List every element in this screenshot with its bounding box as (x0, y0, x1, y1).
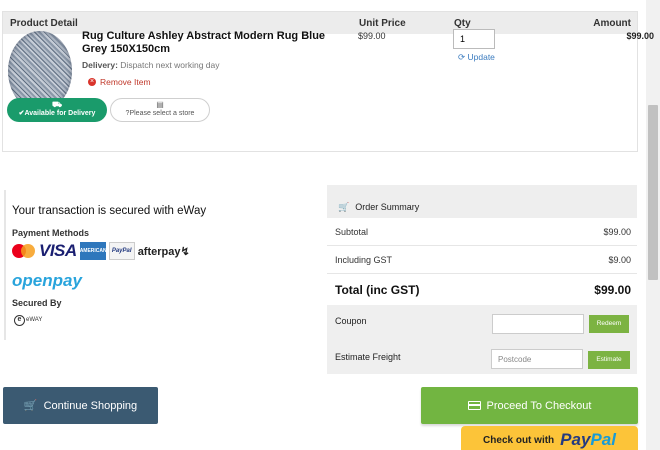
update-label: Update (467, 52, 495, 62)
order-summary-title: Order Summary (355, 202, 420, 212)
update-link[interactable]: ⟳ Update (458, 52, 495, 63)
store-icon: ▤ (156, 100, 164, 109)
total-row: Total (inc GST) $99.00 (327, 274, 637, 305)
remove-item-link[interactable]: × Remove Item (88, 77, 151, 87)
delivery-text: Dispatch next working day (120, 60, 220, 70)
header-product-detail: Product Detail (10, 18, 78, 29)
eway-icon: e (14, 314, 25, 326)
coupon-freight-panel: Coupon Redeem Estimate Freight Postcode … (327, 305, 637, 374)
proceed-to-checkout-label: Proceed To Checkout (486, 399, 592, 412)
paypal-checkout-button[interactable]: Check out with PayPal (461, 426, 638, 450)
afterpay-label: afterpay (137, 245, 181, 258)
redeem-button[interactable]: Redeem (589, 315, 629, 333)
delivery-label: Delivery: (82, 60, 118, 70)
eway-text: eWAY (26, 317, 43, 323)
select-store-label: Please select a store (129, 110, 195, 117)
paypal-pal: Pal (590, 430, 616, 449)
order-summary-header: 🛒 Order Summary (327, 185, 637, 218)
cart-icon: 🛒 (23, 400, 38, 412)
refresh-icon: ⟳ (458, 52, 466, 62)
unit-price-value: $99.00 (358, 31, 386, 41)
security-title: Your transaction is secured with eWay (12, 205, 207, 217)
scrollbar-thumb[interactable] (648, 105, 658, 280)
continue-shopping-button[interactable]: 🛒 Continue Shopping (3, 387, 158, 424)
continue-shopping-label: Continue Shopping (43, 399, 138, 412)
credit-card-icon (467, 401, 481, 410)
subtotal-row: Subtotal $99.00 (327, 218, 637, 246)
delivery-info: Delivery: Dispatch next working day (82, 60, 220, 70)
paypal-prefix: Check out with (483, 434, 555, 446)
header-amount: Amount (593, 18, 631, 29)
remove-icon: × (88, 78, 96, 86)
paypal-pay: Pay (560, 430, 591, 449)
openpay-logo: openpay (12, 271, 82, 290)
estimate-freight-label: Estimate Freight (335, 352, 401, 362)
visa-logo: VISA (39, 241, 77, 260)
select-store-option[interactable]: ▤ ?Please select a store (110, 98, 210, 122)
quantity-input[interactable] (453, 29, 495, 49)
total-value: $99.00 (594, 283, 631, 297)
truck-icon: ⛟ (51, 100, 63, 109)
amex-logo: AMERICAN EXPRESS (79, 242, 107, 272)
product-title[interactable]: Rug Culture Ashley Abstract Modern Rug B… (82, 30, 332, 56)
eway-logo: e eWAY (14, 312, 44, 328)
coupon-input[interactable] (492, 314, 584, 334)
security-panel: Your transaction is secured with eWay Pa… (4, 190, 254, 340)
afterpay-logo: afterpay↯ (138, 245, 190, 258)
available-for-delivery-label: Available for Delivery (24, 110, 96, 117)
gst-value: $9.00 (608, 255, 631, 265)
secured-by-label: Secured By (12, 298, 62, 308)
remove-item-label: Remove Item (100, 77, 151, 87)
total-label: Total (inc GST) (335, 283, 420, 297)
gst-label: Including GST (335, 255, 393, 265)
page-scrollbar[interactable] (646, 0, 660, 450)
proceed-to-checkout-button[interactable]: Proceed To Checkout (421, 387, 638, 424)
estimate-button[interactable]: Estimate (588, 351, 630, 369)
gst-row: Including GST $9.00 (327, 246, 637, 274)
paypal-logo: PayPal (108, 242, 135, 260)
available-for-delivery-option[interactable]: ⛟ ✔Available for Delivery (7, 98, 107, 122)
cart-icon: 🛒 (338, 201, 350, 212)
amount-value: $99.00 (626, 31, 654, 41)
paypal-wordmark: PayPal (560, 430, 616, 450)
header-unit-price: Unit Price (359, 18, 406, 29)
coupon-label: Coupon (335, 316, 367, 326)
subtotal-value: $99.00 (603, 227, 631, 237)
order-summary: 🛒 Order Summary Subtotal $99.00 Includin… (327, 185, 637, 374)
subtotal-label: Subtotal (335, 227, 369, 237)
payment-methods-label: Payment Methods (12, 228, 90, 238)
header-qty: Qty (454, 18, 471, 29)
afterpay-arrow-icon: ↯ (180, 245, 190, 258)
postcode-input[interactable]: Postcode (491, 349, 583, 369)
mastercard-icon (12, 242, 36, 260)
payment-logos: VISA AMERICAN EXPRESS PayPal afterpay↯ (12, 241, 190, 272)
